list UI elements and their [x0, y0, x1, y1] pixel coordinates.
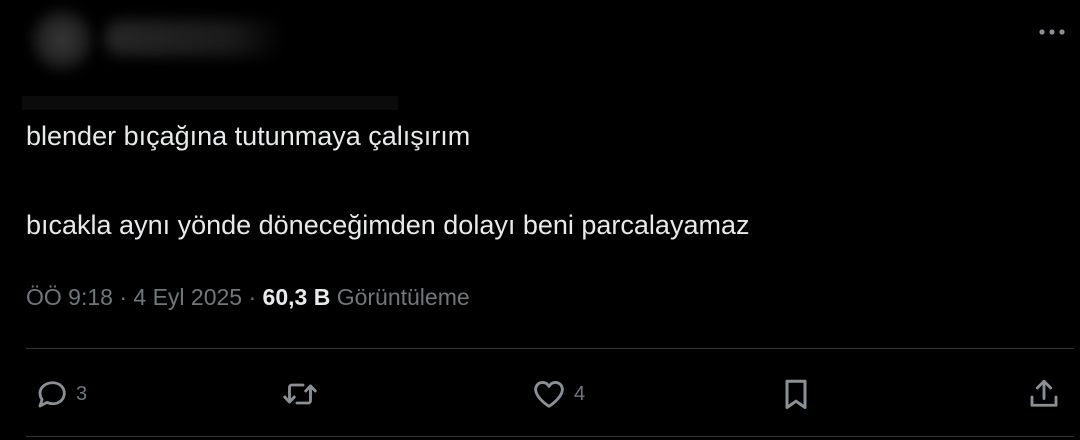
avatar[interactable] — [30, 8, 94, 72]
meta-separator: · — [112, 284, 134, 310]
divider — [26, 348, 1074, 349]
tweet-date[interactable]: 4 Eyl 2025 — [133, 284, 242, 310]
reply-count: 3 — [76, 382, 88, 405]
user-name-redacted[interactable] — [104, 20, 284, 56]
reply-button[interactable]: 3 — [34, 368, 87, 420]
heart-icon — [530, 376, 568, 412]
redacted-strip — [22, 96, 398, 110]
tweet-meta: ÖÖ 9:18 · 4 Eyl 2025 · 60,3 B Görüntülem… — [26, 281, 470, 313]
action-bar: 3 4 — [0, 368, 1080, 420]
more-button[interactable] — [1032, 14, 1072, 50]
share-button[interactable] — [1026, 368, 1062, 420]
tweet-text-line-2: bıcakla aynı yönde döneceğimden dolayı b… — [26, 210, 750, 240]
views-label: Görüntüleme — [336, 284, 470, 310]
bookmark-button[interactable] — [778, 368, 814, 420]
meta-separator: · — [242, 284, 263, 310]
reply-icon — [34, 376, 70, 412]
bookmark-icon — [778, 376, 814, 412]
divider — [26, 436, 1074, 437]
retweet-icon — [280, 376, 320, 412]
share-icon — [1026, 376, 1062, 412]
tweet-header — [0, 0, 1080, 112]
more-horizontal-icon — [1038, 23, 1066, 41]
views-count[interactable]: 60,3 B — [263, 284, 331, 310]
retweet-button[interactable] — [280, 368, 320, 420]
tweet-text-line-1: blender bıçağına tutunmaya çalışırım — [26, 121, 471, 151]
tweet-time[interactable]: ÖÖ 9:18 — [26, 284, 113, 310]
like-count: 4 — [574, 382, 586, 405]
like-button[interactable]: 4 — [530, 368, 585, 420]
